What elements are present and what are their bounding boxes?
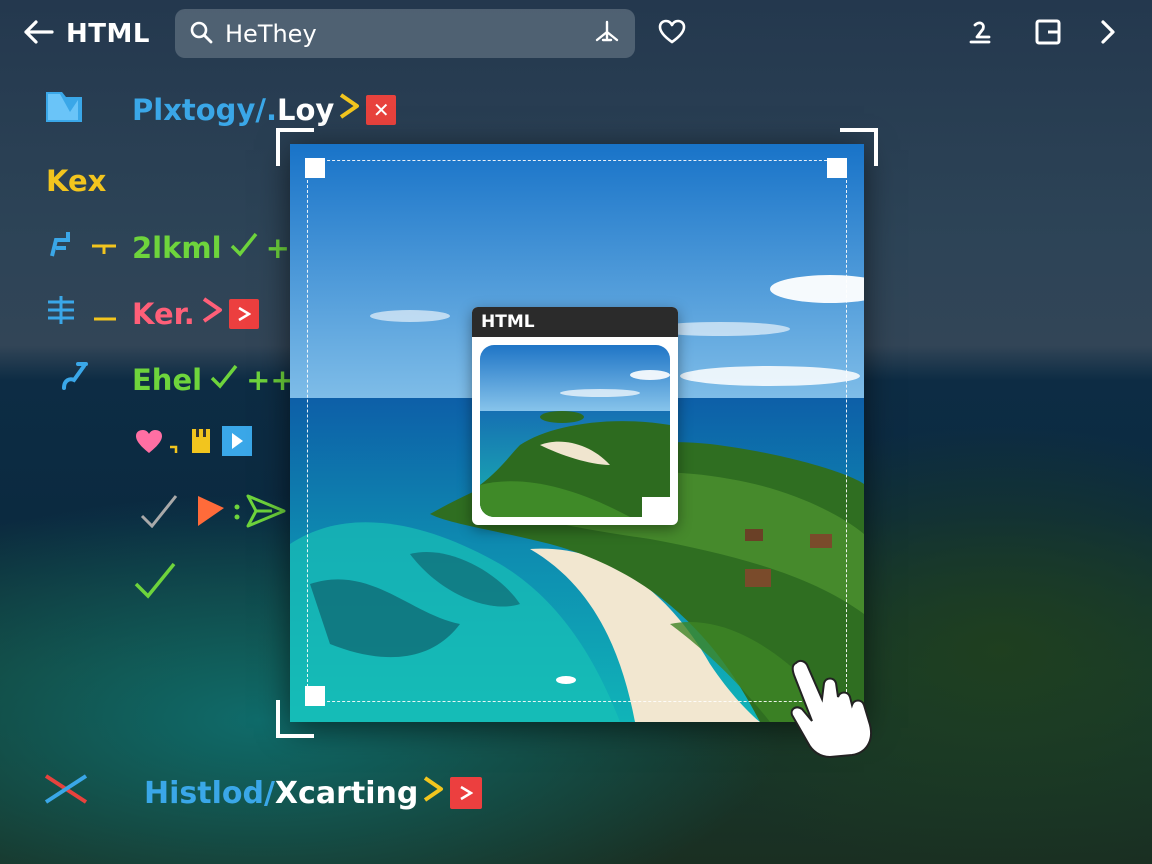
preview-thumbnail — [480, 345, 670, 517]
play-icon[interactable] — [222, 426, 252, 463]
list-item-label-tail: Xcarting — [274, 775, 419, 811]
play-icon[interactable] — [450, 777, 483, 809]
app-title: HTML — [66, 19, 150, 49]
list-item[interactable] — [134, 426, 252, 463]
preview-header: HTML — [472, 307, 678, 337]
search-icon — [189, 20, 213, 48]
favorite-button[interactable] — [652, 14, 692, 54]
list-item[interactable]: Ker. — [46, 294, 259, 333]
resize-handle-bottom-left[interactable] — [305, 686, 325, 706]
list-item-label: Plxtogy/. — [132, 92, 277, 127]
bookmark-icon — [190, 427, 212, 462]
share-icon — [965, 17, 995, 51]
chevron-right-icon — [1098, 18, 1118, 50]
search-bar[interactable] — [175, 9, 635, 58]
list-item[interactable]: Histlod/ Xcarting — [44, 772, 483, 814]
chevron-right-icon — [420, 774, 446, 812]
list-item[interactable]: Plxtogy/. Loy ✕ — [44, 88, 397, 131]
close-icon[interactable]: ✕ — [366, 94, 397, 125]
list-item-label-tail: Loy — [276, 92, 335, 127]
cross-icon — [44, 772, 88, 814]
arrow-left-icon — [22, 18, 54, 50]
dash-icon — [92, 297, 118, 331]
play-triangle-icon — [196, 494, 226, 535]
search-input[interactable] — [223, 18, 593, 49]
list-item[interactable]: Ehel ++ — [60, 360, 295, 399]
play-icon[interactable] — [228, 298, 259, 329]
forward-button[interactable] — [1088, 14, 1128, 54]
window-icon — [1033, 17, 1063, 51]
list-item[interactable] — [140, 494, 286, 535]
preview-card[interactable]: HTML — [472, 307, 678, 525]
list-item-label: Ker. — [132, 296, 195, 331]
window-button[interactable] — [1028, 14, 1068, 54]
chevron-right-icon — [199, 295, 225, 332]
menu-icon — [46, 294, 76, 333]
dots-icon — [232, 498, 242, 532]
top-bar: HTML — [0, 0, 1152, 68]
chevron-right-icon — [336, 91, 362, 128]
list-item-label: Kex — [46, 164, 107, 198]
dash-icon — [90, 231, 118, 265]
check-icon — [140, 494, 178, 535]
hand-cursor-icon — [786, 655, 886, 763]
list-item-label: Histlod/ — [144, 775, 275, 811]
brush-icon — [60, 360, 90, 399]
microphone-icon[interactable] — [593, 18, 621, 50]
check-icon — [134, 562, 176, 607]
heart-icon — [134, 428, 164, 462]
heart-icon — [658, 19, 686, 49]
list-item-label: Ehel — [132, 362, 203, 397]
share-button[interactable] — [960, 14, 1000, 54]
pen-icon — [46, 228, 76, 267]
resize-handle-top-left[interactable] — [305, 158, 325, 178]
resize-handle-top-right[interactable] — [827, 158, 847, 178]
list-item-label: 2lkml — [132, 230, 222, 265]
comma-icon — [168, 428, 178, 462]
list-item[interactable] — [134, 562, 176, 607]
list-item[interactable]: 2lkml ++ — [46, 228, 314, 267]
preview-resize-handle[interactable] — [642, 497, 670, 525]
check-icon — [210, 363, 238, 397]
list-item[interactable]: Kex — [46, 164, 106, 198]
check-icon — [230, 231, 258, 265]
folder-icon — [44, 88, 84, 131]
back-button[interactable]: HTML — [22, 14, 150, 54]
